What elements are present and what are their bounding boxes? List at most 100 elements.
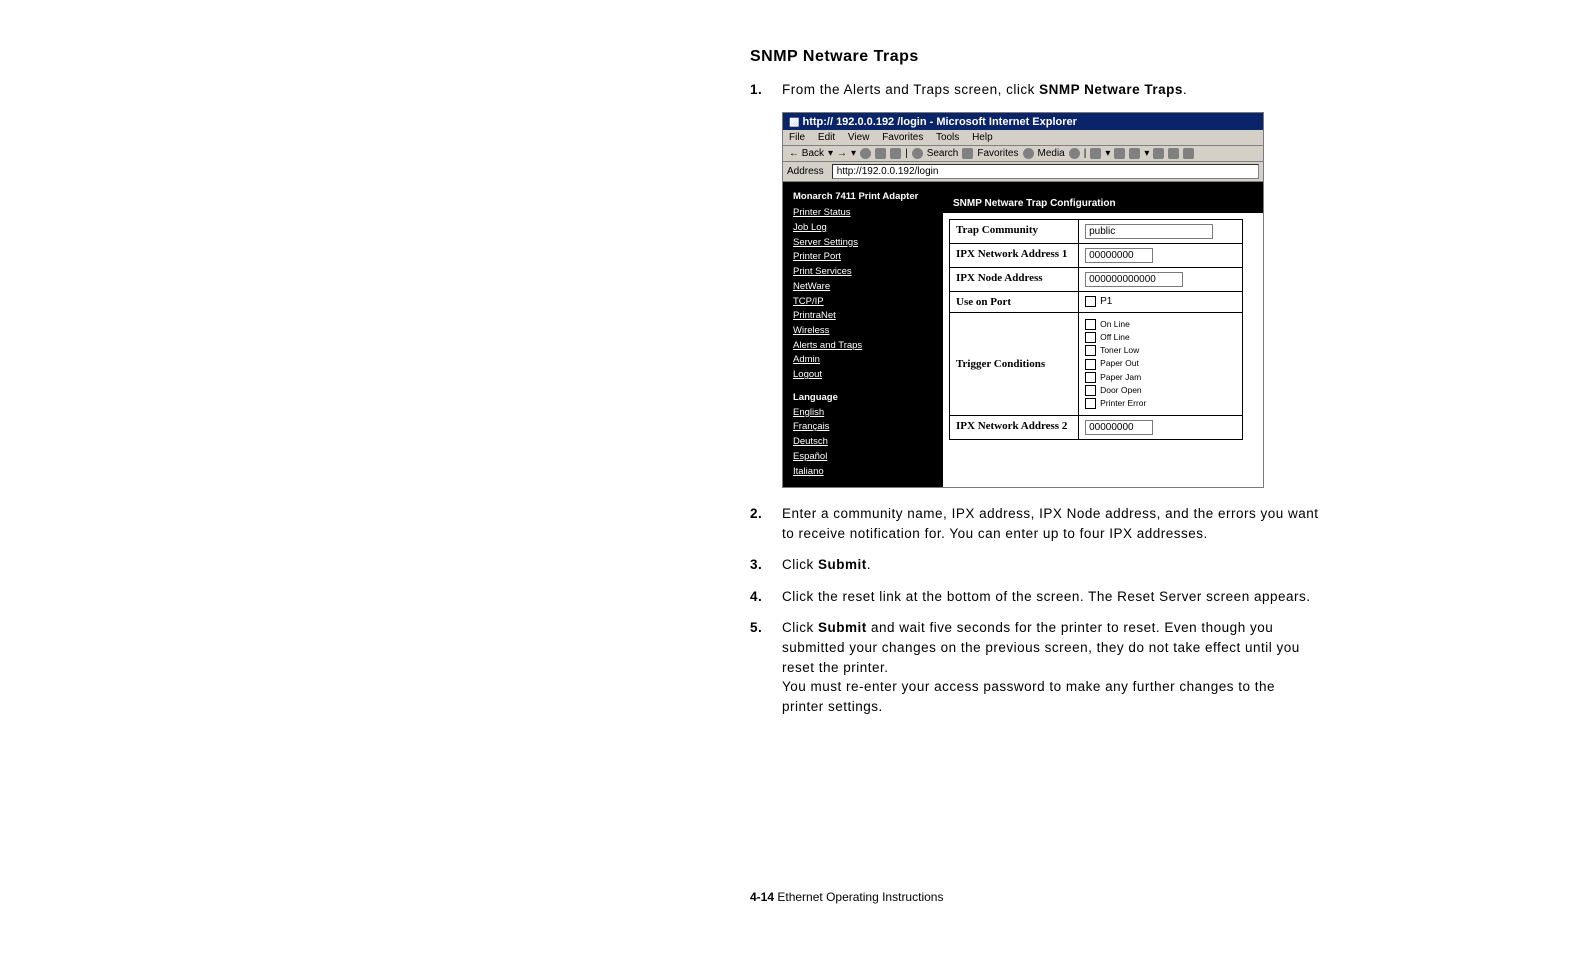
menu-help[interactable]: Help — [972, 132, 993, 143]
step-number: 1. — [750, 80, 768, 100]
ipx-net-addr2-label: IPX Network Address 2 — [950, 416, 1079, 440]
search-icon[interactable] — [912, 148, 923, 159]
trigger-checkbox[interactable] — [1085, 385, 1096, 396]
trigger-checkbox[interactable] — [1085, 359, 1096, 370]
use-on-port-label: Use on Port — [950, 291, 1079, 312]
page-number: 4-14 — [750, 890, 774, 904]
ipx-net-addr1-input[interactable] — [1085, 248, 1153, 263]
forward-icon[interactable]: → — [837, 148, 847, 159]
step-text: Click the reset link at the bottom of th… — [782, 587, 1311, 607]
ipx-node-addr-input[interactable] — [1085, 272, 1183, 287]
trigger-option: Paper Out — [1100, 358, 1139, 368]
edit-icon[interactable] — [1129, 148, 1140, 159]
sidebar-link-printranet[interactable]: PrintraNet — [793, 309, 933, 324]
media-icon[interactable] — [1023, 148, 1034, 159]
messenger-icon[interactable] — [1168, 148, 1179, 159]
trigger-checkbox[interactable] — [1085, 332, 1096, 343]
favorites-button[interactable]: Favorites — [977, 148, 1018, 159]
step-text: Enter a community name, IPX address, IPX… — [782, 504, 1320, 543]
sidebar-link-alerts-traps[interactable]: Alerts and Traps — [793, 339, 933, 354]
toolbar[interactable]: ← Back ▾ → ▾ | Search Favorites Media | … — [783, 146, 1263, 162]
menu-tools[interactable]: Tools — [936, 132, 959, 143]
window-titlebar: ▩ http:// 192.0.0.192 /login - Microsoft… — [783, 113, 1263, 130]
ie-icon: ▩ — [789, 116, 799, 128]
lang-espanol[interactable]: Español — [793, 450, 933, 465]
ipx-net-addr2-input[interactable] — [1085, 420, 1153, 435]
ipx-node-addr-label: IPX Node Address — [950, 267, 1079, 291]
step-text: Click Submit. — [782, 555, 871, 575]
dropdown-icon[interactable]: ▾ — [851, 148, 856, 159]
sidebar-link-logout[interactable]: Logout — [793, 368, 933, 383]
sidebar-link-admin[interactable]: Admin — [793, 353, 933, 368]
trap-community-label: Trap Community — [950, 219, 1079, 243]
step-number: 4. — [750, 587, 768, 607]
embedded-screenshot: ▩ http:// 192.0.0.192 /login - Microsoft… — [782, 112, 1264, 489]
address-bar[interactable]: Address http://192.0.0.192/login — [783, 162, 1263, 182]
sidebar-link-job-log[interactable]: Job Log — [793, 221, 933, 236]
print-icon[interactable] — [1114, 148, 1125, 159]
footer-text: Ethernet Operating Instructions — [774, 890, 943, 904]
dropdown-icon[interactable]: ▾ — [1105, 148, 1110, 159]
trigger-option: Door Open — [1100, 385, 1142, 395]
sidebar-link-netware[interactable]: NetWare — [793, 280, 933, 295]
step-number: 3. — [750, 555, 768, 575]
dropdown-icon[interactable]: ▾ — [828, 148, 833, 159]
ipx-net-addr1-label: IPX Network Address 1 — [950, 243, 1079, 267]
favorites-icon[interactable] — [962, 148, 973, 159]
trigger-list: On Line Off Line Toner Low Paper Out Pap… — [1085, 319, 1236, 410]
trigger-checkbox[interactable] — [1085, 398, 1096, 409]
trigger-option: Printer Error — [1100, 398, 1146, 408]
sidebar: Monarch 7411 Print Adapter Printer Statu… — [783, 182, 943, 488]
port-checkbox[interactable] — [1085, 296, 1096, 307]
related-icon[interactable] — [1183, 148, 1194, 159]
discuss-icon[interactable] — [1153, 148, 1164, 159]
sidebar-link-wireless[interactable]: Wireless — [793, 324, 933, 339]
product-title: Monarch 7411 Print Adapter — [793, 190, 933, 205]
lang-deutsch[interactable]: Deutsch — [793, 435, 933, 450]
step-text: Click Submit and wait five seconds for t… — [782, 618, 1320, 716]
step-number: 2. — [750, 504, 768, 543]
menu-view[interactable]: View — [848, 132, 870, 143]
menu-edit[interactable]: Edit — [818, 132, 835, 143]
step-number: 5. — [750, 618, 768, 716]
lang-italiano[interactable]: Italiano — [793, 465, 933, 480]
menu-favorites[interactable]: Favorites — [882, 132, 923, 143]
sidebar-link-server-settings[interactable]: Server Settings — [793, 236, 933, 251]
trigger-option: Off Line — [1100, 332, 1130, 342]
media-button[interactable]: Media — [1038, 148, 1065, 159]
address-label: Address — [787, 166, 824, 177]
sidebar-link-printer-status[interactable]: Printer Status — [793, 206, 933, 221]
trigger-checkbox[interactable] — [1085, 319, 1096, 330]
trigger-option: Toner Low — [1100, 345, 1139, 355]
main-content: SNMP Netware Trap Configuration Trap Com… — [943, 182, 1263, 488]
window-title: http:// 192.0.0.192 /login - Microsoft I… — [802, 116, 1076, 128]
trigger-conditions-label: Trigger Conditions — [950, 312, 1079, 416]
lang-francais[interactable]: Français — [793, 420, 933, 435]
port-option: P1 — [1100, 296, 1112, 307]
sidebar-link-tcpip[interactable]: TCP/IP — [793, 295, 933, 310]
dropdown-icon[interactable]: ▾ — [1144, 148, 1149, 159]
config-heading: SNMP Netware Trap Configuration — [943, 182, 1263, 213]
history-icon[interactable] — [1069, 148, 1080, 159]
config-table: Trap Community IPX Network Address 1 IPX… — [949, 219, 1243, 441]
search-button[interactable]: Search — [927, 148, 959, 159]
home-icon[interactable] — [890, 148, 901, 159]
trigger-option: On Line — [1100, 319, 1130, 329]
trigger-checkbox[interactable] — [1085, 372, 1096, 383]
refresh-icon[interactable] — [875, 148, 886, 159]
menu-file[interactable]: File — [789, 132, 805, 143]
sidebar-link-print-services[interactable]: Print Services — [793, 265, 933, 280]
sidebar-link-printer-port[interactable]: Printer Port — [793, 250, 933, 265]
trigger-checkbox[interactable] — [1085, 345, 1096, 356]
page-footer: 4-14 Ethernet Operating Instructions — [750, 890, 943, 904]
back-button[interactable]: ← Back — [789, 148, 824, 159]
mail-icon[interactable] — [1090, 148, 1101, 159]
menu-bar[interactable]: File Edit View Favorites Tools Help — [783, 130, 1263, 146]
trigger-option: Paper Jam — [1100, 372, 1141, 382]
stop-icon[interactable] — [860, 148, 871, 159]
address-input[interactable]: http://192.0.0.192/login — [832, 164, 1259, 179]
step-text: From the Alerts and Traps screen, click … — [782, 80, 1187, 100]
language-heading: Language — [793, 391, 933, 406]
trap-community-input[interactable] — [1085, 224, 1213, 239]
lang-english[interactable]: English — [793, 406, 933, 421]
